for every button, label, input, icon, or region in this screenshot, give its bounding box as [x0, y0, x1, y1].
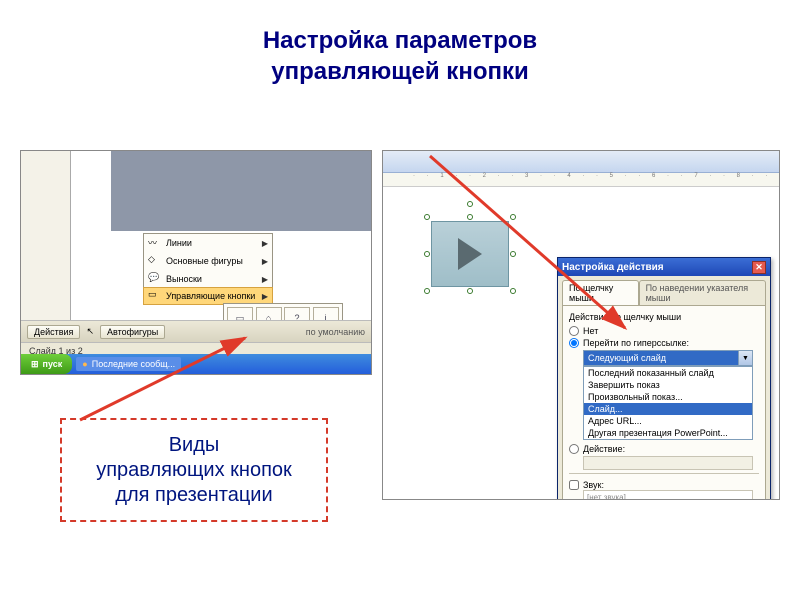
chevron-right-icon: ▶	[262, 275, 268, 284]
dd-item[interactable]: Последний показанный слайд	[584, 367, 752, 379]
dd-item[interactable]: Слайд...	[584, 403, 752, 415]
drawing-toolbar: Действия ↖ Автофигуры по умолчанию	[21, 320, 371, 342]
menu-item-label: Линии	[166, 238, 192, 248]
hyperlink-dropdown-list[interactable]: Последний показанный слайд Завершить пок…	[583, 366, 753, 440]
chevron-right-icon: ▶	[262, 239, 268, 248]
dialog-titlebar[interactable]: Настройка действия ✕	[558, 258, 770, 276]
actions-menu-button[interactable]: Действия	[27, 325, 80, 339]
sound-dropdown-disabled: [нет звука]	[583, 490, 753, 500]
sound-checkbox-row[interactable]: Звук:	[569, 480, 759, 490]
chevron-down-icon[interactable]: ▼	[738, 351, 752, 365]
menu-item-basic-shapes[interactable]: ◇ Основные фигуры ▶	[144, 252, 272, 270]
draw-label: по умолчанию	[306, 327, 365, 337]
dialog-body: Действие по щелчку мыши Нет Перейти по г…	[562, 305, 766, 500]
firefox-icon: ●	[82, 359, 87, 369]
lines-icon: 〰	[148, 236, 162, 250]
radio-hyperlink[interactable]	[569, 338, 579, 348]
option-label: Действие:	[583, 444, 625, 454]
option-label: Нет	[583, 326, 598, 336]
dd-item[interactable]: Завершить показ	[584, 379, 752, 391]
rotate-handle[interactable]	[467, 201, 473, 207]
hyperlink-dropdown[interactable]: Следующий слайд ▼	[583, 350, 753, 366]
shapes-icon: ◇	[148, 254, 162, 268]
menu-item-label: Управляющие кнопки	[166, 291, 255, 301]
option-action[interactable]: Действие:	[569, 444, 759, 454]
group-label: Действие по щелчку мыши	[569, 312, 759, 322]
action-button-icon: ▭	[148, 289, 162, 303]
action-field-disabled	[583, 456, 753, 470]
separator	[569, 473, 759, 474]
screenshot-autoshapes-menu: 〰 Линии ▶ ◇ Основные фигуры ▶ 💬 Выноски …	[20, 150, 372, 375]
taskbar-item-label: Последние сообщ...	[92, 359, 175, 369]
screenshot-action-settings-dialog: · · 1 · · 2 · · 3 · · 4 · · 5 · · 6 · · …	[382, 150, 780, 500]
autoshapes-submenu[interactable]: 〰 Линии ▶ ◇ Основные фигуры ▶ 💬 Выноски …	[143, 233, 273, 305]
title-line-1: Настройка параметров	[263, 27, 537, 54]
dd-item[interactable]: Адрес URL...	[584, 415, 752, 427]
menu-item-callouts[interactable]: 💬 Выноски ▶	[144, 270, 272, 288]
option-hyperlink[interactable]: Перейти по гиперссылке:	[569, 338, 759, 348]
callout-text: Виды управляющих кнопок для презентации	[96, 433, 292, 508]
sound-checkbox[interactable]	[569, 480, 579, 490]
radio-none[interactable]	[569, 326, 579, 336]
menu-item-lines[interactable]: 〰 Линии ▶	[144, 234, 272, 252]
slide-title: Настройка параметров управляющей кнопки	[0, 0, 800, 107]
menu-item-label: Основные фигуры	[166, 256, 243, 266]
dd-item[interactable]: Произвольный показ...	[584, 391, 752, 403]
dd-item[interactable]: Другая презентация PowerPoint...	[584, 427, 752, 439]
dialog-title-text: Настройка действия	[562, 262, 664, 273]
vertical-ruler	[21, 151, 71, 331]
taskbar-item[interactable]: ● Последние сообщ...	[76, 357, 181, 371]
radio-action[interactable]	[569, 444, 579, 454]
powerpoint-toolbar	[383, 151, 779, 173]
sound-label: Звук:	[583, 480, 604, 490]
start-label: пуск	[43, 359, 63, 369]
annotation-callout: Виды управляющих кнопок для презентации	[60, 418, 328, 522]
autoshapes-menu-button[interactable]: Автофигуры	[100, 325, 165, 339]
horizontal-ruler: · · 1 · · 2 · · 3 · · 4 · · 5 · · 6 · · …	[383, 173, 779, 187]
dropdown-selected: Следующий слайд	[584, 351, 752, 365]
selection-handles	[427, 217, 513, 291]
callouts-icon: 💬	[148, 272, 162, 286]
start-button[interactable]: ⊞ пуск	[21, 354, 72, 374]
chevron-right-icon: ▶	[262, 292, 268, 301]
dialog-tabs: По щелчку мыши По наведении указателя мы…	[558, 276, 770, 305]
option-none[interactable]: Нет	[569, 326, 759, 336]
tab-mouse-over[interactable]: По наведении указателя мыши	[639, 280, 766, 305]
pointer-icon[interactable]: ↖	[86, 326, 94, 337]
action-settings-dialog: Настройка действия ✕ По щелчку мыши По н…	[557, 257, 771, 500]
option-label: Перейти по гиперссылке:	[583, 338, 689, 348]
close-icon[interactable]: ✕	[752, 261, 766, 274]
chevron-right-icon: ▶	[262, 257, 268, 266]
tab-mouse-click[interactable]: По щелчку мыши	[562, 280, 639, 305]
windows-taskbar: ⊞ пуск ● Последние сообщ...	[21, 354, 371, 374]
windows-logo-icon: ⊞	[31, 359, 39, 370]
title-line-2: управляющей кнопки	[271, 58, 528, 85]
menu-item-label: Выноски	[166, 274, 202, 284]
slide-canvas-area	[71, 151, 372, 231]
